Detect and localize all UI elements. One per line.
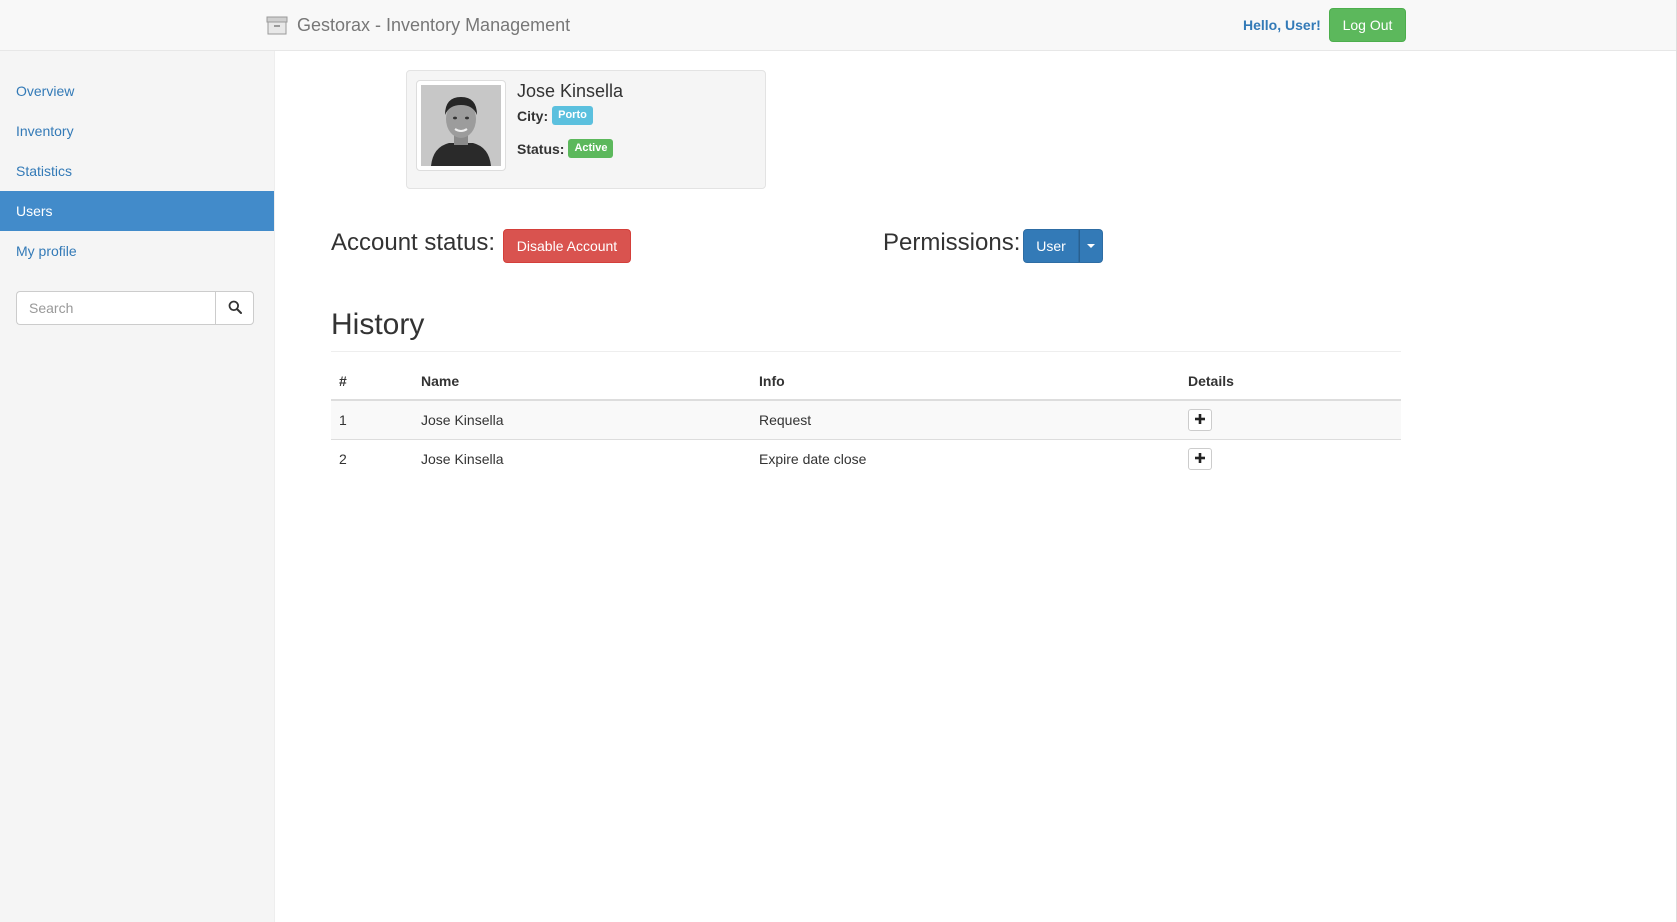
disable-account-button[interactable]: Disable Account xyxy=(503,229,631,263)
account-status-label: Account status: xyxy=(331,229,496,256)
chevron-down-icon xyxy=(1087,244,1095,248)
row-details-cell xyxy=(1180,438,1401,478)
sidebar-item-users[interactable]: Users xyxy=(0,191,274,231)
column-header-name: Name xyxy=(413,362,751,401)
table-row: 1 Jose Kinsella Request xyxy=(331,399,1401,439)
profile-status-row: Status: Active xyxy=(517,139,614,158)
column-header-info: Info xyxy=(751,362,1180,401)
sidebar: Overview Inventory Statistics Users My p… xyxy=(0,51,275,922)
sidebar-item-overview[interactable]: Overview xyxy=(0,71,274,111)
sidebar-search xyxy=(16,291,254,325)
status-label: Status: xyxy=(517,140,565,157)
permission-value-button[interactable]: User xyxy=(1023,229,1079,263)
profile-city-row: City: Porto xyxy=(517,106,593,125)
brand-title: Gestorax - Inventory Management xyxy=(297,15,571,35)
profile-name: Jose Kinsella xyxy=(517,81,624,101)
history-title: History xyxy=(331,308,425,341)
city-badge: Porto xyxy=(552,106,593,125)
row-details-cell xyxy=(1180,399,1401,439)
details-expand-button[interactable] xyxy=(1188,408,1212,431)
brand[interactable]: Gestorax - Inventory Management xyxy=(265,14,570,36)
plus-icon xyxy=(1194,412,1206,428)
permissions-label: Permissions: xyxy=(883,229,1021,256)
column-header-number: # xyxy=(331,362,413,401)
sidebar-item-inventory[interactable]: Inventory xyxy=(0,111,274,151)
row-number: 2 xyxy=(331,438,413,478)
history-table: # Name Info Details 1 Jose Kinsella Requ… xyxy=(331,362,1401,478)
history-divider xyxy=(331,351,1401,352)
sidebar-item-my-profile[interactable]: My profile xyxy=(0,231,274,271)
city-label: City: xyxy=(517,107,549,124)
permissions-dropdown-toggle[interactable] xyxy=(1079,229,1103,263)
avatar xyxy=(416,80,506,171)
top-navbar: Gestorax - Inventory Management Hello, U… xyxy=(0,0,1677,51)
details-expand-button[interactable] xyxy=(1188,447,1212,470)
table-row: 2 Jose Kinsella Expire date close xyxy=(331,438,1401,478)
row-number: 1 xyxy=(331,399,413,439)
row-info: Expire date close xyxy=(751,438,1180,478)
row-name: Jose Kinsella xyxy=(413,399,751,439)
plus-icon xyxy=(1194,451,1206,467)
profile-card: Jose Kinsella City: Porto Status: Active xyxy=(406,70,766,189)
permissions-dropdown: User xyxy=(1023,229,1103,263)
logout-button[interactable]: Log Out xyxy=(1329,8,1406,42)
sidebar-item-statistics[interactable]: Statistics xyxy=(0,151,274,191)
search-icon xyxy=(228,300,242,317)
column-header-details: Details xyxy=(1180,362,1401,401)
status-badge: Active xyxy=(568,139,614,158)
user-greeting[interactable]: Hello, User! xyxy=(1243,16,1321,34)
row-info: Request xyxy=(751,399,1180,439)
search-input[interactable] xyxy=(16,291,215,325)
archive-box-icon xyxy=(265,14,289,36)
table-header-row: # Name Info Details xyxy=(331,362,1401,401)
row-name: Jose Kinsella xyxy=(413,438,751,478)
sidebar-nav: Overview Inventory Statistics Users My p… xyxy=(0,71,274,271)
search-button[interactable] xyxy=(215,291,254,325)
